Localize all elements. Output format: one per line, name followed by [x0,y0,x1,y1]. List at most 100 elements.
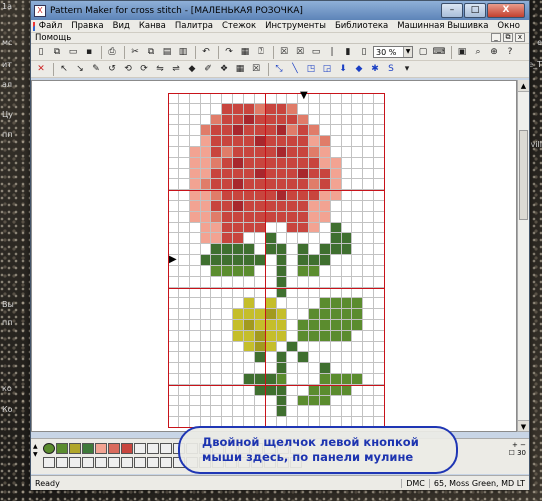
stitch-cell[interactable] [243,244,255,256]
stitch-cell[interactable] [276,168,288,180]
stitch-cell[interactable] [211,384,223,396]
stitch-cell[interactable] [330,93,342,104]
bead-icon[interactable]: ✱ [368,62,382,76]
stitch-cell[interactable] [287,276,299,288]
cut-icon[interactable]: ✂ [128,45,142,59]
stitch-cell[interactable] [189,136,201,148]
stitch-cell[interactable] [222,201,234,212]
stitch-cell[interactable] [265,298,277,310]
stitch-cell[interactable] [222,125,234,137]
stitch-cell[interactable] [298,276,310,288]
rotate-right-icon[interactable]: ⟳ [137,62,151,76]
stitch-cell[interactable] [200,287,212,299]
stitch-cell[interactable] [189,341,201,353]
stitch-cell[interactable] [200,384,212,396]
stitch-cell[interactable] [319,287,331,299]
french-knot-icon[interactable]: ▮ [341,45,355,59]
stitch-cell[interactable] [211,309,223,320]
stitch-cell[interactable] [265,384,277,396]
stitch-cell[interactable] [363,341,375,353]
stitch-cell[interactable] [211,93,223,104]
stitch-cell[interactable] [276,330,288,342]
grid-fine-icon[interactable]: ▦ [233,62,247,76]
stitch-cell[interactable] [363,384,375,396]
stitch-cell[interactable] [168,287,179,299]
rotate-icon[interactable]: ↺ [105,62,119,76]
stitch-cell[interactable] [222,373,234,385]
stitch-cell[interactable] [287,125,299,137]
stitch-cell[interactable] [222,309,234,320]
stitch-cell[interactable] [352,395,364,407]
stitch-cell[interactable] [200,125,212,137]
stitch-cell[interactable] [254,352,266,364]
palette-swatch-empty[interactable] [43,457,55,468]
stitch-cell[interactable] [319,147,331,158]
stitch-cell[interactable] [211,147,223,158]
stitch-cell[interactable] [287,341,299,353]
stitch-cell[interactable] [363,114,375,126]
stitch-cell[interactable] [319,93,331,104]
stitch-cell[interactable] [287,211,299,223]
stitch-cell[interactable] [265,179,277,191]
stitch-cell[interactable] [330,190,342,202]
stitch-cell[interactable] [319,157,331,169]
stitch-cell[interactable] [200,319,212,331]
stitch-cell[interactable] [330,222,342,234]
stitch-cell[interactable] [319,373,331,385]
stitch-cell[interactable] [168,341,179,353]
stitch-cell[interactable] [200,265,212,277]
stitch-cell[interactable] [319,309,331,320]
stitch-cell[interactable] [254,287,266,299]
stitch-cell[interactable] [211,363,223,374]
stitch-cell[interactable] [189,103,201,115]
stitch-cell[interactable] [178,341,190,353]
stitch-cell[interactable] [298,136,310,148]
stitch-cell[interactable] [363,319,375,331]
stitch-cell[interactable] [287,373,299,385]
stitch-cell[interactable] [168,222,179,234]
stitch-cell[interactable] [341,395,353,407]
new-window-icon[interactable]: ⧉ [50,45,64,59]
stitch-cell[interactable] [352,406,364,418]
stitch-cell[interactable] [178,201,190,212]
stitch-cell[interactable] [287,363,299,374]
fill-icon[interactable]: ◆ [185,62,199,76]
stitch-cell[interactable] [265,373,277,385]
stitch-cell[interactable] [330,233,342,245]
stitch-cell[interactable] [222,103,234,115]
stitch-cell[interactable] [211,330,223,342]
stitch-cell[interactable] [298,330,310,342]
cross-stitch-icon[interactable]: ☒ [293,45,307,59]
menu-tools[interactable]: Инструменты [265,21,326,31]
stitch-cell[interactable] [178,373,190,385]
stitch-cell[interactable] [309,287,320,299]
menu-window[interactable]: Окно [497,21,520,31]
stitch-cell[interactable] [265,406,277,418]
paste-icon[interactable]: ▤ [160,45,174,59]
grid-cross-icon[interactable]: ☒ [249,62,263,76]
stitch-cell[interactable] [243,103,255,115]
stitch-cell[interactable] [200,103,212,115]
mdi-minimize-button[interactable]: _ [491,33,501,42]
stitch-cell[interactable] [200,276,212,288]
stitch-cell[interactable] [254,319,266,331]
stitch-cell[interactable] [363,179,375,191]
stitch-cell[interactable] [243,201,255,212]
stitch-cell[interactable] [189,373,201,385]
stitch-cell[interactable] [298,179,310,191]
stitch-cell[interactable] [243,319,255,331]
stitch-cell[interactable] [276,93,288,104]
stitch-cell[interactable] [265,190,277,202]
stitch-cell[interactable] [309,147,320,158]
stitch-cell[interactable] [363,222,375,234]
stitch-cell[interactable] [200,147,212,158]
stitch-cell[interactable] [222,157,234,169]
stitch-cell[interactable] [363,93,375,104]
stitch-cell[interactable] [200,341,212,353]
stitch-cell[interactable] [189,352,201,364]
stitch-cell[interactable] [352,201,364,212]
palette-swatch[interactable] [160,443,172,454]
stitch-cell[interactable] [211,341,223,353]
stitch-cell[interactable] [352,190,364,202]
stitch-cell[interactable] [211,190,223,202]
